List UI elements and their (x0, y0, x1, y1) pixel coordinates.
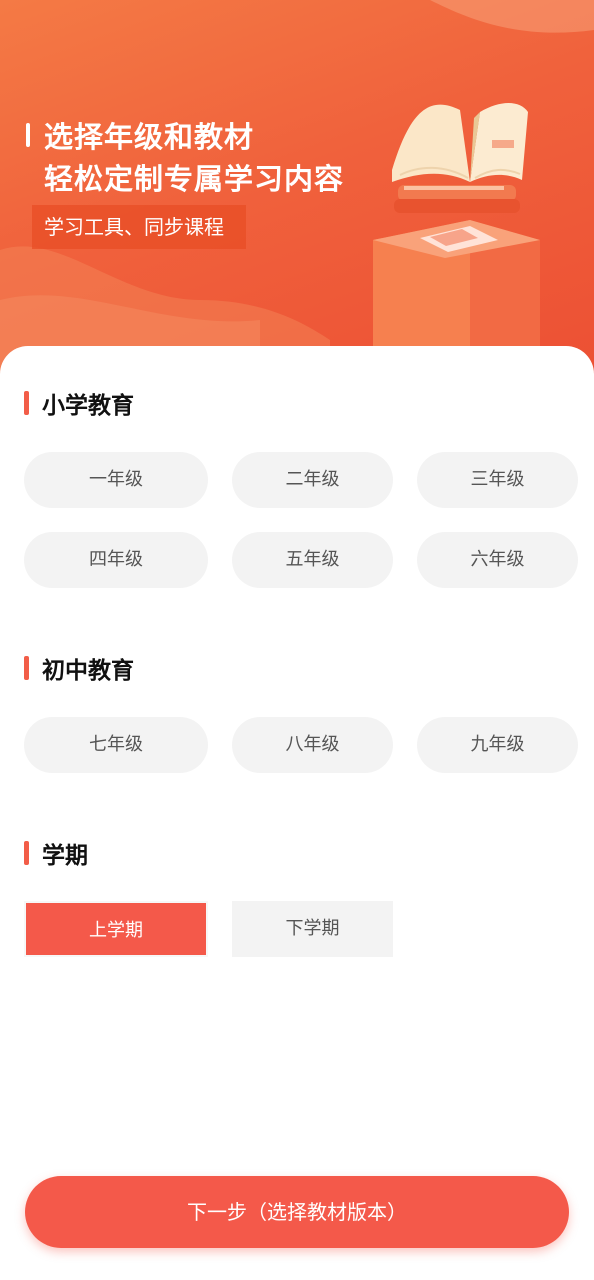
grade-option-8[interactable]: 八年级 (232, 717, 393, 773)
open-book-illustration (392, 103, 528, 182)
next-step-button[interactable]: 下一步（选择教材版本） (25, 1176, 569, 1248)
grade-selection-page: 选择年级和教材 轻松定制专属学习内容 学习工具、同步课程 小学教育 一年级 二年… (0, 0, 594, 1280)
grade-option-7[interactable]: 七年级 (24, 717, 208, 773)
book-stack-illustration (394, 185, 520, 213)
banner-illustration (0, 0, 594, 400)
section-title-term: 学期 (24, 838, 88, 869)
section-accent-bar (24, 656, 29, 680)
grade-option-6[interactable]: 六年级 (417, 532, 578, 588)
grade-option-1[interactable]: 一年级 (24, 452, 208, 508)
feature-tag: 学习工具、同步课程 (32, 205, 246, 249)
section-accent-bar (24, 391, 29, 415)
headline: 选择年级和教材 轻松定制专属学习内容 (26, 116, 344, 200)
section-title-junior: 初中教育 (24, 653, 134, 684)
header-banner: 选择年级和教材 轻松定制专属学习内容 学习工具、同步课程 (0, 0, 594, 400)
section-title-primary: 小学教育 (24, 388, 134, 419)
grade-option-3[interactable]: 三年级 (417, 452, 578, 508)
grade-option-9[interactable]: 九年级 (417, 717, 578, 773)
grade-option-2[interactable]: 二年级 (232, 452, 393, 508)
term-option-first-semester[interactable]: 上学期 (24, 901, 208, 957)
headline-line-1: 选择年级和教材 (44, 120, 255, 154)
grade-option-5[interactable]: 五年级 (232, 532, 393, 588)
headline-bar (26, 123, 30, 147)
pedestal-illustration (373, 220, 540, 350)
section-title-text: 初中教育 (42, 658, 134, 684)
section-title-text: 小学教育 (42, 393, 134, 419)
headline-line-2: 轻松定制专属学习内容 (44, 162, 345, 196)
section-title-text: 学期 (42, 843, 88, 869)
term-option-second-semester[interactable]: 下学期 (232, 901, 393, 957)
grade-option-4[interactable]: 四年级 (24, 532, 208, 588)
section-accent-bar (24, 841, 29, 865)
